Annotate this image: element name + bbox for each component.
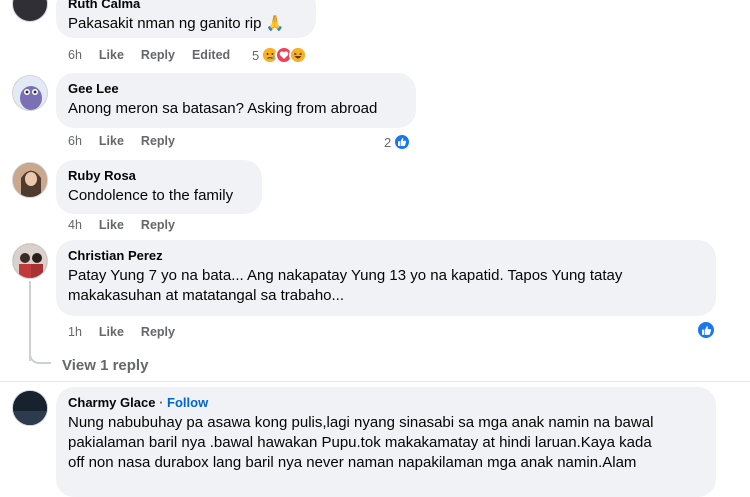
comment-time[interactable]: 4h <box>68 218 82 232</box>
comment-text-line: makakasuhan at matatangal sa trabaho... <box>68 287 345 304</box>
avatar[interactable] <box>12 0 48 22</box>
like-icon <box>393 133 412 151</box>
comment-text-line: Patay Yung 7 yo na bata... Ang nakapatay… <box>68 267 623 284</box>
avatar-image <box>13 76 47 110</box>
reaction-summary[interactable] <box>696 320 716 340</box>
comment-bubble: Charmy Glace · Follow Nung nabubuhay pa … <box>56 387 716 497</box>
reply-button[interactable]: Reply <box>141 48 175 62</box>
comment-bubble: Gee Lee Anong meron sa batasan? Asking f… <box>56 73 416 128</box>
comment-author[interactable]: Ruby Rosa <box>68 167 250 184</box>
comment-actions: 6h Like Reply <box>68 133 192 149</box>
comment-text-line: off non nasa durabox lang baril nya neve… <box>68 454 637 471</box>
avatar-image <box>13 163 47 197</box>
reaction-count: 5 <box>252 47 260 63</box>
comment-text-line: Nung nabubuhay pa asawa kong pulis,lagi … <box>68 414 654 431</box>
comment-header: Charmy Glace · Follow <box>68 394 704 411</box>
comment-author[interactable]: Gee Lee <box>68 80 404 97</box>
reaction-summary[interactable]: 5 <box>252 45 308 65</box>
comment-bubble: Christian Perez Patay Yung 7 yo na bata.… <box>56 240 716 316</box>
comment-text: Anong meron sa batasan? Asking from abro… <box>68 100 378 117</box>
comment-author[interactable]: Charmy Glace <box>68 395 155 410</box>
comment-actions: 6h Like Reply Edited <box>68 47 247 63</box>
comment-text-line: pakialaman baril nya .bawal hawakan Pupu… <box>68 434 652 451</box>
comment-bubble: Ruby Rosa Condolence to the family <box>56 160 262 214</box>
like-button[interactable]: Like <box>99 134 124 148</box>
avatar-image <box>13 244 47 278</box>
follow-button[interactable]: Follow <box>167 395 208 410</box>
like-button[interactable]: Like <box>99 48 124 62</box>
comment-actions: 1h Like Reply <box>68 324 192 340</box>
divider <box>0 381 750 382</box>
reply-button[interactable]: Reply <box>141 325 175 339</box>
reaction-count: 2 <box>384 134 392 150</box>
like-button[interactable]: Like <box>99 218 124 232</box>
reply-button[interactable]: Reply <box>141 134 175 148</box>
reaction-summary[interactable]: 2 <box>384 132 412 152</box>
avatar[interactable] <box>12 243 48 279</box>
comment-author[interactable]: Christian Perez <box>68 247 704 264</box>
comment-bubble: Ruth Calma Pakasakit nman ng ganito rip … <box>56 0 316 38</box>
view-replies-link[interactable]: View 1 reply <box>62 357 148 374</box>
edited-label[interactable]: Edited <box>192 48 230 62</box>
thread-connector <box>29 348 51 364</box>
reply-button[interactable]: Reply <box>141 218 175 232</box>
comment-time[interactable]: 6h <box>68 134 82 148</box>
avatar[interactable] <box>12 162 48 198</box>
comment-time[interactable]: 6h <box>68 48 82 62</box>
avatar-image <box>13 391 47 425</box>
comment-text: Condolence to the family <box>68 187 234 204</box>
comment-text: Pakasakit nman ng ganito rip 🙏 <box>68 15 285 32</box>
comment-author[interactable]: Ruth Calma <box>68 0 304 12</box>
comment-actions: 4h Like Reply <box>68 217 192 233</box>
like-icon <box>696 320 716 340</box>
like-button[interactable]: Like <box>99 325 124 339</box>
comment-time[interactable]: 1h <box>68 325 82 339</box>
separator-dot: · <box>159 395 164 410</box>
haha-emoji-icon <box>289 46 308 64</box>
avatar[interactable] <box>12 390 48 426</box>
avatar[interactable] <box>12 75 48 111</box>
